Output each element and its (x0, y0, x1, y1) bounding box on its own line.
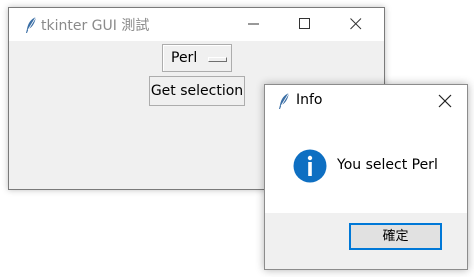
option-menu-indicator-icon (208, 57, 227, 62)
dialog-title: Info (296, 92, 323, 108)
maximize-icon (299, 18, 310, 29)
dialog-message: You select Perl (337, 157, 438, 173)
maximize-button[interactable] (282, 8, 328, 40)
close-icon (438, 94, 452, 108)
window-title: tkinter GUI 測試 (41, 18, 150, 34)
close-button[interactable] (333, 8, 379, 40)
info-icon (293, 149, 327, 183)
dialog-footer: 確定 (265, 213, 467, 269)
ok-button[interactable]: 確定 (349, 223, 442, 250)
get-selection-button[interactable]: Get selection (149, 76, 245, 106)
feather-icon (24, 16, 38, 34)
minimize-icon (248, 23, 259, 25)
titlebar[interactable]: tkinter GUI 測試 (9, 8, 384, 41)
dialog-titlebar[interactable]: Info (265, 85, 467, 118)
close-icon (350, 18, 362, 30)
dialog-close-button[interactable] (425, 85, 465, 117)
language-option-menu[interactable]: Perl (162, 44, 232, 72)
dialog-body: You select Perl (265, 118, 467, 213)
info-dialog: Info You select Perl 確定 (264, 84, 468, 270)
feather-icon (277, 92, 291, 110)
option-menu-selected-value: Perl (171, 50, 198, 66)
minimize-button[interactable] (231, 8, 277, 40)
